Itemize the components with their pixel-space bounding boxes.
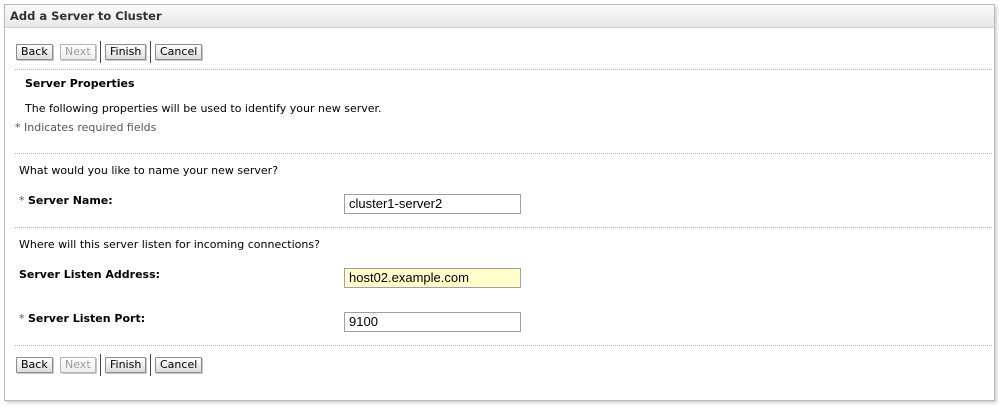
listen-address-input[interactable] — [344, 268, 521, 288]
finish-button[interactable]: Finish — [105, 44, 147, 60]
section-title: Server Properties — [25, 77, 135, 90]
next-button[interactable]: Next — [60, 357, 96, 373]
add-server-dialog: Add a Server to Cluster Back Next Finish… — [4, 4, 995, 401]
required-fields-note: * Indicates required fields — [15, 121, 157, 134]
button-separator — [100, 354, 101, 376]
server-name-input[interactable] — [344, 194, 521, 214]
listen-question: Where will this server listen for incomi… — [19, 238, 320, 251]
server-name-label: * Server Name: — [19, 194, 113, 207]
button-separator — [150, 354, 151, 376]
cancel-button[interactable]: Cancel — [155, 357, 203, 373]
finish-button[interactable]: Finish — [105, 357, 147, 373]
back-button[interactable]: Back — [16, 357, 53, 373]
server-name-label-text: Server Name: — [28, 194, 113, 207]
button-separator — [100, 41, 101, 63]
listen-port-label-text: Server Listen Port: — [28, 312, 146, 325]
title-bar: Add a Server to Cluster — [5, 5, 994, 28]
section-description: The following properties will be used to… — [25, 102, 382, 115]
divider — [15, 345, 992, 346]
next-button[interactable]: Next — [60, 44, 96, 60]
divider — [15, 69, 992, 70]
button-separator — [150, 41, 151, 63]
divider — [15, 153, 992, 154]
listen-address-label: Server Listen Address: — [19, 268, 161, 281]
cancel-button[interactable]: Cancel — [155, 44, 203, 60]
name-question: What would you like to name your new ser… — [19, 164, 279, 177]
dialog-title: Add a Server to Cluster — [10, 9, 162, 23]
listen-port-label: * Server Listen Port: — [19, 312, 145, 325]
required-mark: * — [19, 194, 25, 207]
divider — [15, 227, 992, 228]
listen-port-input[interactable] — [344, 312, 521, 332]
back-button[interactable]: Back — [16, 44, 53, 60]
required-mark: * — [19, 312, 25, 325]
